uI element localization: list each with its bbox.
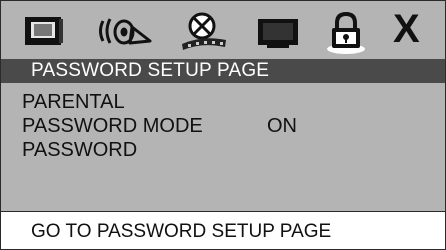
page-title: PASSWORD SETUP PAGE [31, 60, 270, 81]
setup-menu-list: PARENTAL PASSWORD MODE ON PASSWORD [1, 83, 445, 211]
page-title-bar: PASSWORD SETUP PAGE [1, 59, 445, 83]
status-bar: GO TO PASSWORD SETUP PAGE [1, 211, 445, 249]
setup-menu-screen: X PASSWORD SETUP PAGE PARENTAL PASSWORD … [0, 0, 446, 250]
exit-glyph: X [393, 7, 420, 51]
password-mode-value: ON [267, 115, 297, 137]
setup-category-bar: X [1, 1, 445, 59]
exit-icon[interactable]: X [393, 9, 429, 49]
audio-setup-icon[interactable] [94, 11, 156, 51]
menu-item-password[interactable]: PASSWORD [22, 138, 137, 162]
preference-setup-icon[interactable] [255, 11, 303, 51]
password-lock-icon[interactable] [324, 11, 368, 54]
video-setup-icon[interactable] [176, 11, 232, 51]
menu-item-parental[interactable]: PARENTAL [22, 90, 125, 114]
general-setup-icon[interactable] [23, 11, 65, 51]
menu-item-password-mode[interactable]: PASSWORD MODE [22, 114, 203, 138]
status-text: GO TO PASSWORD SETUP PAGE [31, 221, 332, 242]
